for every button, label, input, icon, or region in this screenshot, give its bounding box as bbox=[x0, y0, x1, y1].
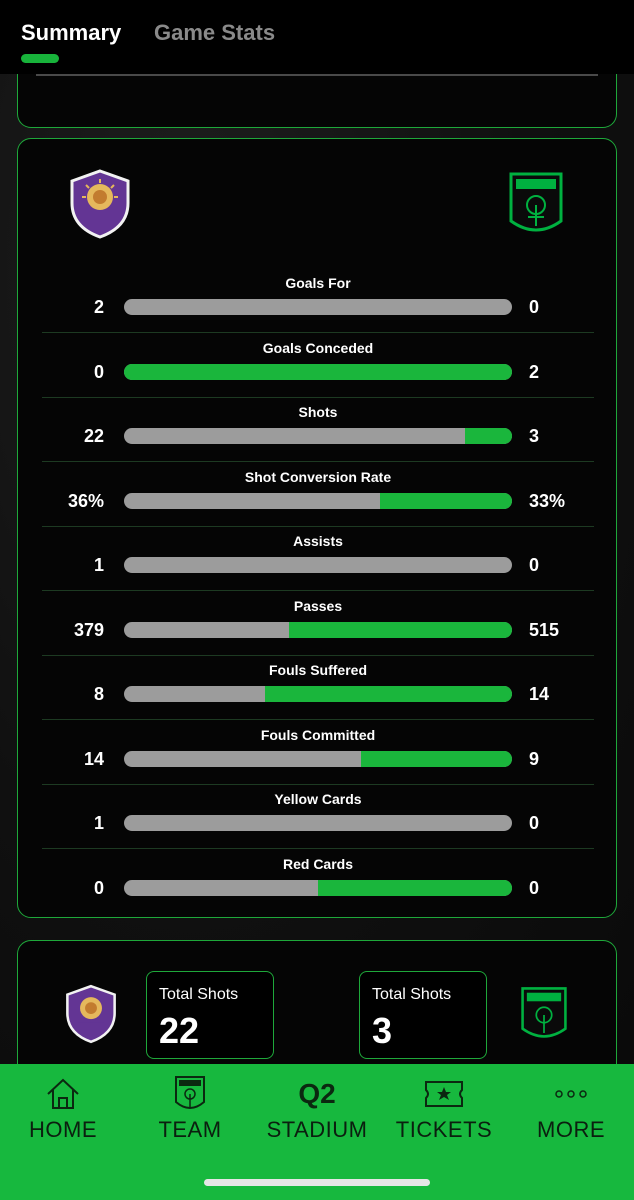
ticket-icon bbox=[425, 1081, 463, 1107]
away-share-fill bbox=[380, 492, 512, 509]
tab-game-stats[interactable]: Game Stats bbox=[154, 20, 275, 46]
home-indicator bbox=[204, 1179, 430, 1186]
stat-row: Yellow Cards 1 0 bbox=[42, 785, 594, 849]
nav-more[interactable]: MORE bbox=[508, 1074, 634, 1143]
stat-comparison-bar bbox=[124, 621, 512, 638]
stat-row: Fouls Suffered 8 14 bbox=[42, 656, 594, 720]
home-stat-value: 0 bbox=[93, 361, 104, 382]
away-stat-value: 9 bbox=[529, 748, 540, 769]
home-total-shots: Total Shots 22 bbox=[146, 971, 274, 1059]
total-shots-card: Total Shots 22 Total Shots 3 bbox=[17, 940, 617, 1064]
away-stat-value: 0 bbox=[529, 877, 540, 898]
home-stat-value: 379 bbox=[73, 619, 104, 640]
home-stat-value: 1 bbox=[93, 813, 104, 833]
stat-label: Shot Conversion Rate bbox=[244, 468, 392, 485]
austin-fc-crest-icon bbox=[520, 985, 568, 1045]
stat-row: Shots 22 3 bbox=[42, 398, 594, 462]
away-share-fill bbox=[124, 363, 512, 380]
away-stat-value: 515 bbox=[529, 619, 560, 640]
stat-label: Shots bbox=[298, 404, 338, 420]
q2-stadium-icon: Q2 bbox=[298, 1078, 336, 1109]
away-stat-value: 14 bbox=[529, 684, 550, 704]
team-comparison-card: Goals For 2 0 Goals Conceded 0 2 Shots 22 3 Shot … bbox=[17, 138, 617, 918]
stat-label: Fouls Suffered bbox=[268, 662, 367, 678]
nav-home[interactable]: HOME bbox=[0, 1074, 126, 1143]
stat-row: Goals Conceded 0 2 bbox=[42, 334, 594, 398]
home-stat-value: 36% bbox=[67, 490, 104, 511]
stat-comparison-bar bbox=[124, 492, 512, 509]
home-total-shots-label: Total Shots bbox=[159, 986, 239, 1003]
austin-fc-crest-icon bbox=[508, 171, 564, 239]
away-stat-value: 2 bbox=[529, 361, 540, 382]
away-stat-value: 33% bbox=[529, 490, 566, 511]
home-stat-value: 8 bbox=[93, 684, 104, 704]
away-total-shots: Total Shots 3 bbox=[359, 971, 487, 1059]
nav-stadium[interactable]: Q2 STADIUM bbox=[254, 1074, 380, 1143]
stat-row: Passes 379 515 bbox=[42, 592, 594, 656]
more-dots-icon bbox=[555, 1090, 587, 1098]
away-share-fill bbox=[465, 428, 512, 444]
home-stat-value: 22 bbox=[83, 426, 104, 446]
nav-tickets[interactable]: TICKETS bbox=[381, 1074, 507, 1143]
nav-home-label: HOME bbox=[29, 1117, 97, 1142]
away-share-fill bbox=[265, 686, 512, 702]
stat-comparison-bar bbox=[124, 750, 512, 767]
home-stat-value: 0 bbox=[93, 877, 104, 898]
stat-label: Goals For bbox=[285, 275, 351, 291]
home-total-shots-value: 22 bbox=[159, 1010, 200, 1051]
stat-row: Assists 1 0 bbox=[42, 527, 594, 591]
tab-summary[interactable]: Summary bbox=[21, 20, 121, 46]
nav-tickets-label: TICKETS bbox=[395, 1117, 493, 1142]
stat-label: Yellow Cards bbox=[274, 791, 362, 807]
nav-stadium-label: STADIUM bbox=[266, 1117, 368, 1142]
stat-row: Shot Conversion Rate 36% 33% bbox=[42, 463, 594, 527]
stat-comparison-bar bbox=[124, 299, 512, 315]
nav-more-label: MORE bbox=[537, 1117, 605, 1142]
home-stat-value: 14 bbox=[83, 748, 104, 769]
stat-label: Passes bbox=[293, 597, 343, 614]
stat-comparison-bar bbox=[124, 428, 512, 444]
orlando-city-crest-icon bbox=[64, 983, 118, 1045]
stat-row: Fouls Committed 14 9 bbox=[42, 721, 594, 785]
home-icon bbox=[47, 1078, 79, 1109]
away-stat-value: 0 bbox=[529, 297, 540, 317]
stat-comparison-bar bbox=[124, 686, 512, 702]
stat-row: Red Cards 0 0 bbox=[42, 850, 594, 914]
top-tab-bar: Summary Game Stats bbox=[0, 0, 634, 74]
away-share-fill bbox=[360, 750, 512, 767]
nav-team[interactable]: TEAM bbox=[127, 1074, 253, 1143]
stat-comparison-bar bbox=[124, 557, 512, 573]
stat-label: Assists bbox=[293, 533, 343, 549]
stat-label: Red Cards bbox=[282, 855, 354, 872]
stat-comparison-bar bbox=[124, 815, 512, 831]
orlando-city-crest-icon bbox=[68, 169, 132, 239]
stat-comparison-bar bbox=[124, 879, 512, 896]
divider bbox=[36, 74, 598, 76]
stat-row: Goals For 2 0 bbox=[42, 269, 594, 333]
stat-label: Fouls Committed bbox=[260, 726, 376, 743]
stat-comparison-bar bbox=[124, 363, 512, 380]
away-stat-value: 0 bbox=[529, 555, 540, 575]
away-total-shots-value: 3 bbox=[372, 1010, 393, 1051]
away-share-fill bbox=[288, 621, 512, 638]
home-stat-value: 2 bbox=[93, 297, 104, 317]
away-share-fill bbox=[318, 879, 512, 896]
stat-label: Goals Conceded bbox=[262, 339, 374, 356]
previous-card bbox=[17, 74, 617, 128]
away-stat-value: 3 bbox=[529, 426, 540, 446]
nav-team-label: TEAM bbox=[158, 1117, 222, 1142]
away-stat-value: 0 bbox=[529, 813, 540, 833]
active-tab-indicator bbox=[21, 54, 59, 63]
away-total-shots-label: Total Shots bbox=[372, 986, 452, 1003]
team-crest-icon bbox=[175, 1076, 205, 1109]
home-stat-value: 1 bbox=[93, 555, 104, 575]
summary-content[interactable]: Goals For 2 0 Goals Conceded 0 2 Shots 22 3 Shot … bbox=[0, 74, 634, 1064]
